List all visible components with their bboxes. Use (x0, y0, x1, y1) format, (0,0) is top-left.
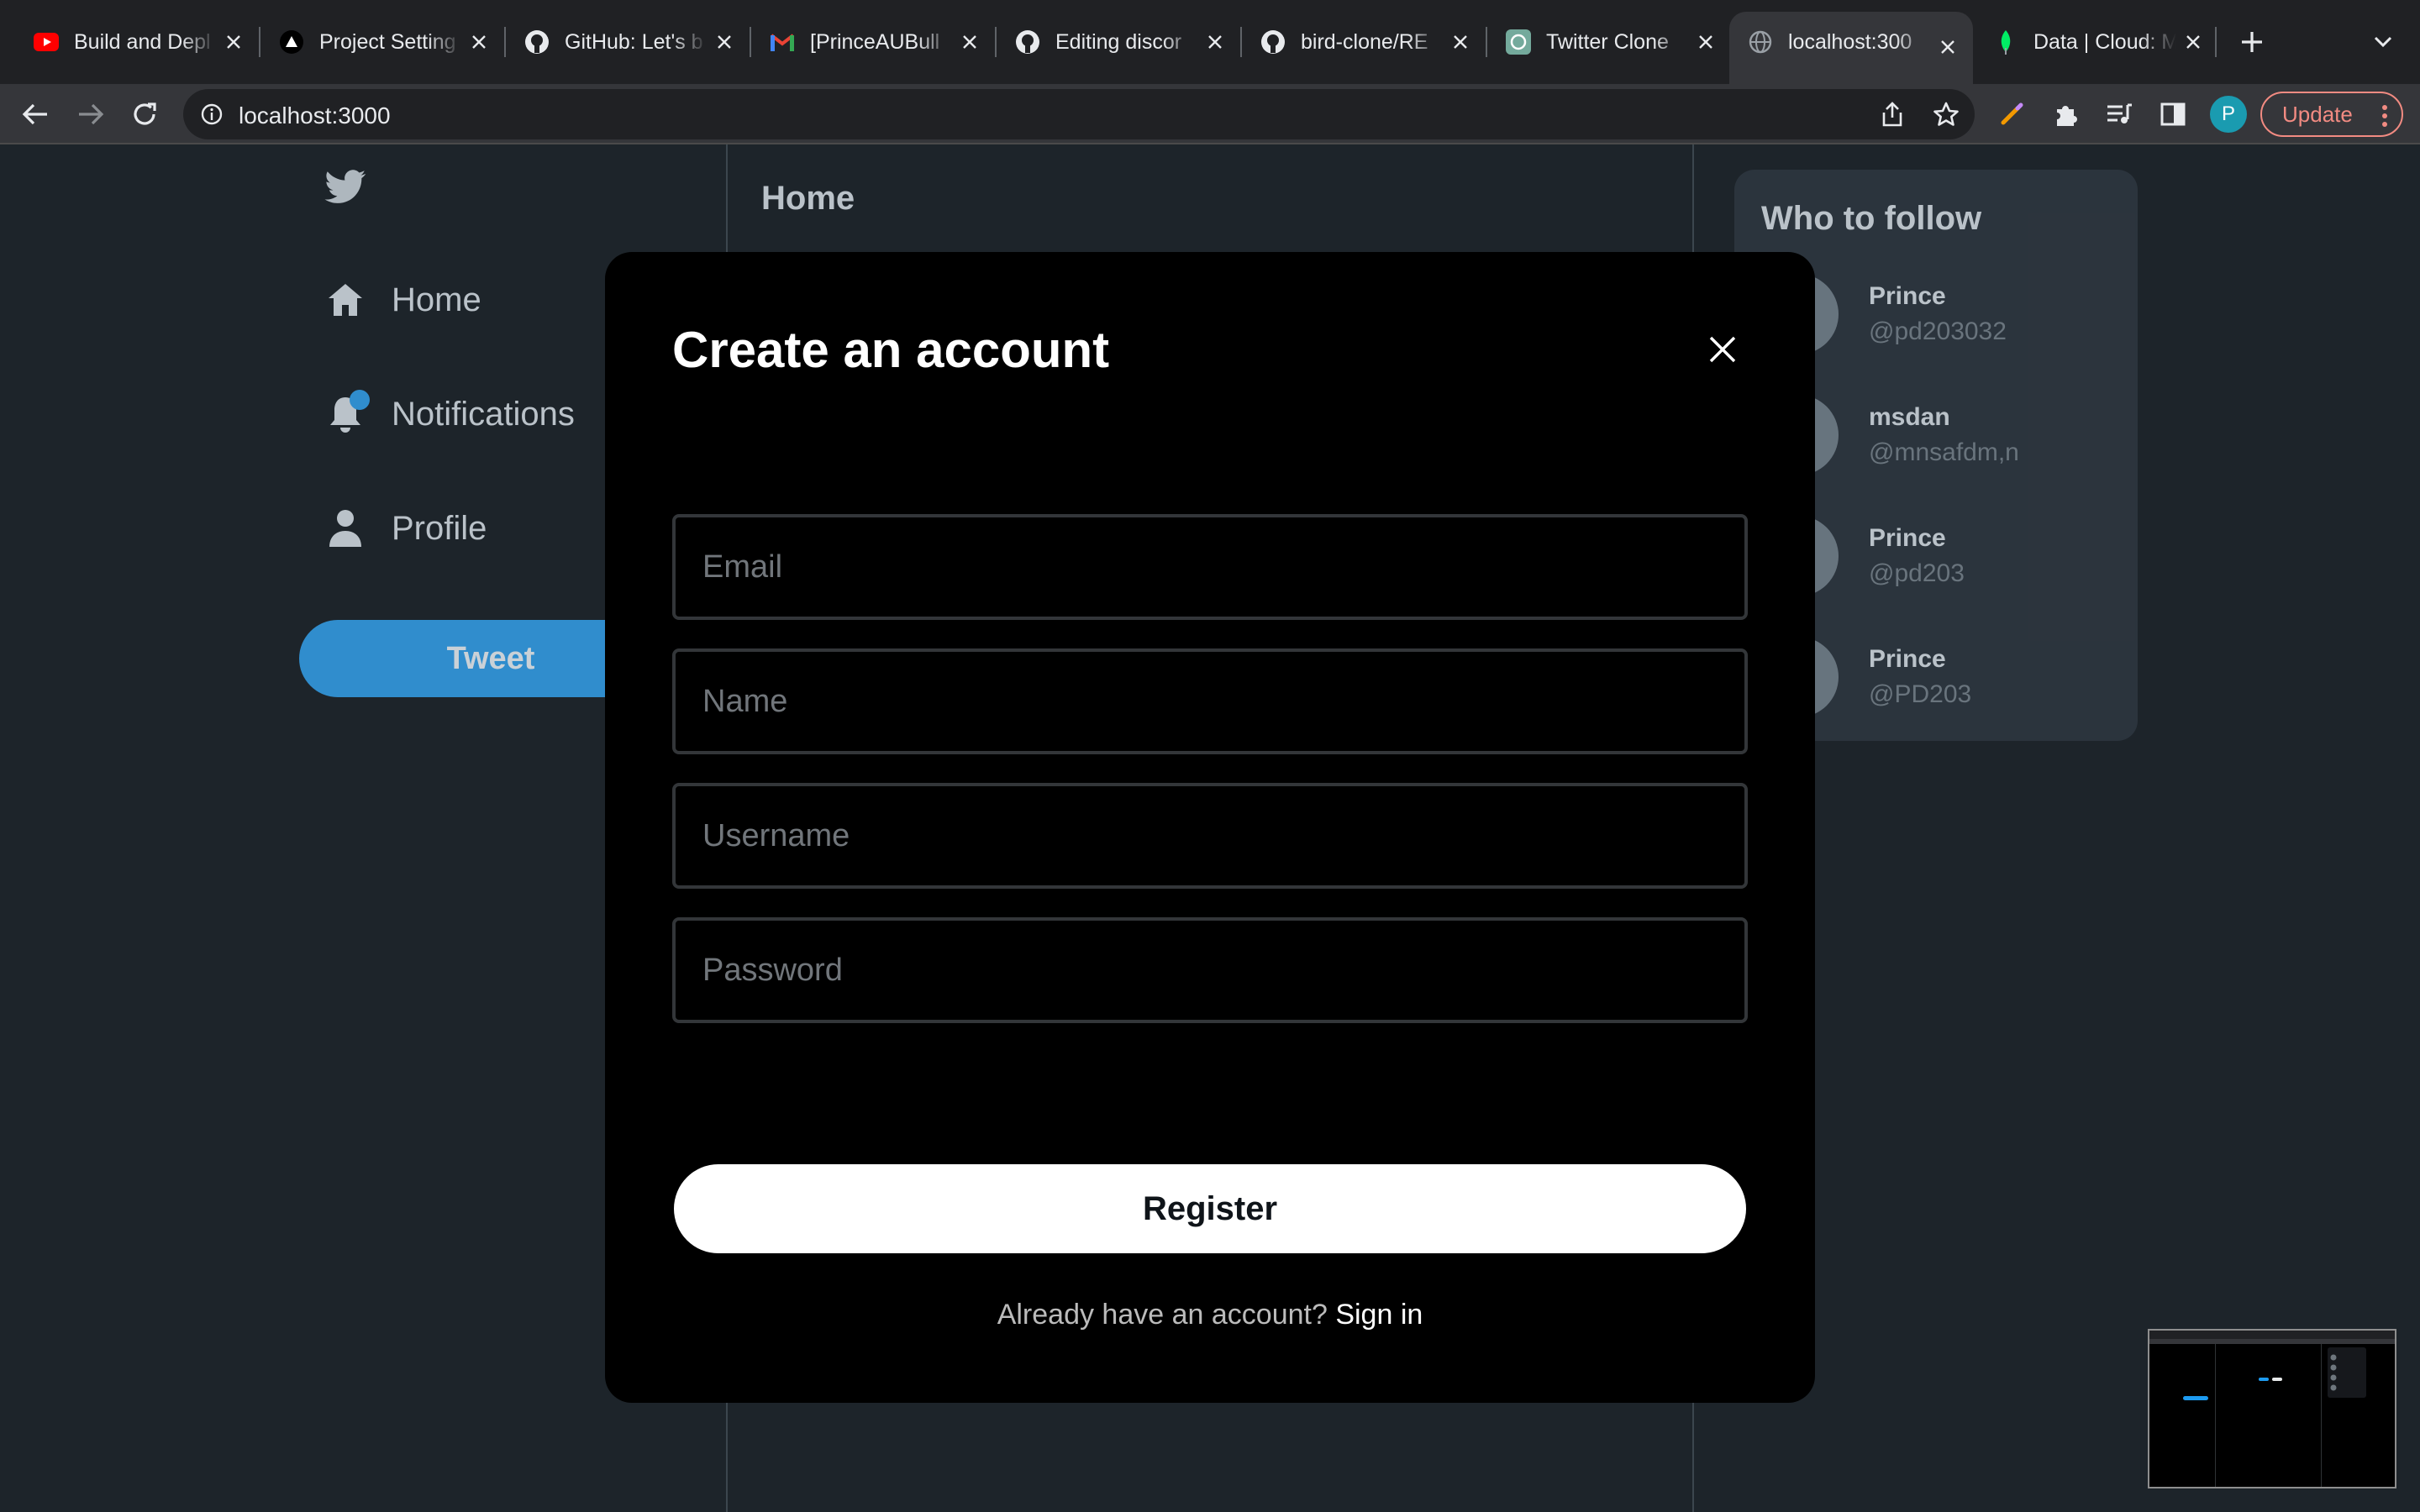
browser-tab[interactable]: Project Setting (260, 18, 504, 66)
tab-title: Build and Depl (74, 29, 211, 54)
close-tab-icon[interactable] (1202, 29, 1228, 55)
browser-tab[interactable]: Twitter Clone (1487, 18, 1731, 66)
browser-tab-active[interactable]: localhost:300 (1729, 12, 1973, 84)
gmail-icon (770, 29, 795, 55)
modal-title: Create an account (672, 322, 1110, 378)
pen-extension-icon[interactable] (1990, 92, 2033, 136)
tab-title: Project Setting (319, 29, 456, 54)
screenshot-preview-thumbnail[interactable] (2148, 1329, 2396, 1488)
browser-tab[interactable]: [PrinceAUBull (751, 18, 995, 66)
back-arrow-icon[interactable] (13, 92, 57, 136)
signin-question: Already have an account? (997, 1299, 1328, 1331)
new-tab-plus-icon[interactable] (2235, 25, 2269, 59)
tab-title: GitHub: Let's b (565, 29, 703, 54)
password-field[interactable] (672, 917, 1748, 1023)
address-url: localhost:3000 (239, 102, 391, 129)
tab-title: [PrinceAUBull (810, 29, 940, 54)
browser-tab[interactable]: bird-clone/RE (1242, 18, 1486, 66)
forward-arrow-icon[interactable] (69, 92, 113, 136)
close-tab-icon[interactable] (466, 29, 492, 55)
tab-title: Twitter Clone (1546, 29, 1669, 54)
browser-tab[interactable]: Data | Cloud: M (1975, 18, 2218, 66)
extensions-puzzle-icon[interactable] (2044, 92, 2087, 136)
more-vert-icon[interactable] (2381, 103, 2388, 134)
tab-title: localhost:300 (1788, 29, 1912, 54)
youtube-icon (34, 29, 59, 55)
close-tab-icon[interactable] (1934, 34, 1961, 60)
address-bar[interactable]: localhost:3000 (183, 89, 1975, 139)
close-tab-icon[interactable] (2180, 29, 2207, 55)
tab-separator (2215, 27, 2217, 57)
tab-search-chevron-down-icon[interactable] (2366, 25, 2400, 59)
close-tab-icon[interactable] (711, 29, 738, 55)
name-field[interactable] (672, 648, 1748, 754)
email-field[interactable] (672, 514, 1748, 620)
github-icon (1015, 29, 1040, 55)
signin-link[interactable]: Sign in (1335, 1299, 1423, 1331)
browser-tab-bar: Build and Depl Project Setting GitHub: L… (0, 0, 2420, 84)
browser-tab[interactable]: Build and Depl (15, 18, 259, 66)
openai-icon (1506, 29, 1531, 55)
close-icon[interactable] (1702, 329, 1743, 370)
profile-avatar[interactable]: P (2210, 96, 2247, 133)
github-icon (524, 29, 550, 55)
tab-title: bird-clone/RE (1301, 29, 1428, 54)
close-tab-icon[interactable] (956, 29, 983, 55)
mongodb-leaf-icon (1993, 29, 2018, 55)
media-queue-icon[interactable] (2097, 92, 2141, 136)
close-tab-icon[interactable] (1692, 29, 1719, 55)
update-label: Update (2282, 101, 2353, 127)
github-icon (1260, 29, 1286, 55)
close-tab-icon[interactable] (1447, 29, 1474, 55)
browser-toolbar: localhost:3000 P Update (0, 84, 2420, 144)
tab-title: Data | Cloud: M (2033, 29, 2176, 54)
close-tab-icon[interactable] (220, 29, 247, 55)
create-account-modal: Create an account Register Already have … (605, 252, 1815, 1403)
globe-icon (1748, 29, 1773, 55)
vercel-icon (279, 29, 304, 55)
site-info-icon[interactable] (198, 101, 225, 128)
bookmark-star-icon[interactable] (1931, 99, 1961, 129)
signin-prompt: Already have an account? Sign in (605, 1299, 1815, 1331)
share-icon[interactable] (1877, 99, 1907, 129)
side-panel-icon[interactable] (2151, 92, 2195, 136)
reload-icon[interactable] (123, 92, 166, 136)
tab-title: Editing discor (1055, 29, 1182, 54)
update-button[interactable]: Update (2260, 92, 2403, 137)
register-button[interactable]: Register (674, 1164, 1746, 1253)
browser-tab[interactable]: GitHub: Let's b (506, 18, 750, 66)
browser-tab[interactable]: Editing discor (997, 18, 1240, 66)
username-field[interactable] (672, 783, 1748, 889)
